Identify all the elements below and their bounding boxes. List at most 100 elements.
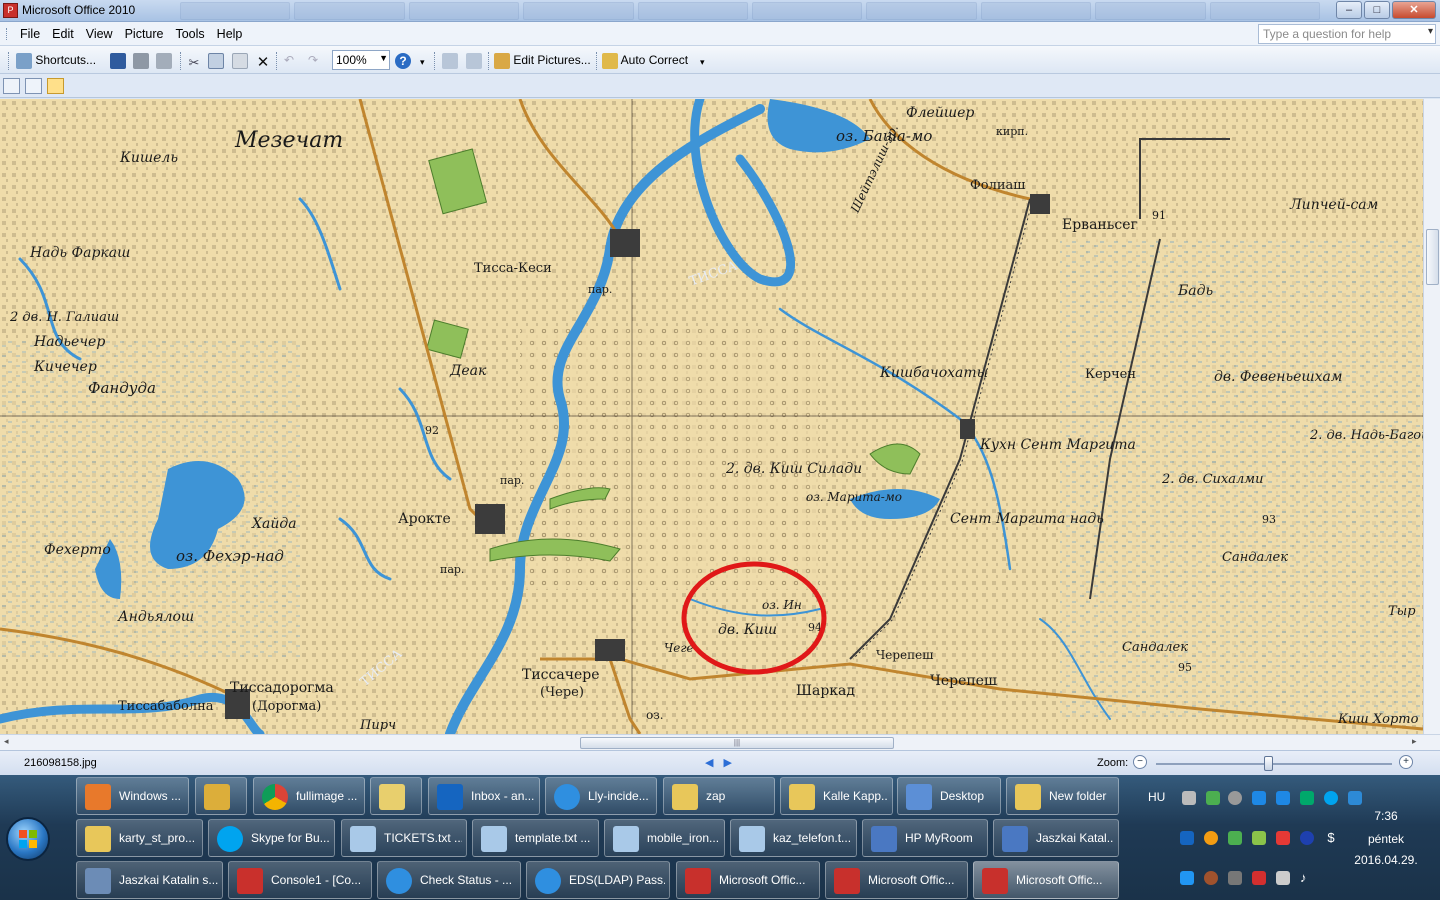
undo-button[interactable]: ↶: [284, 50, 294, 70]
taskbar-network-tool[interactable]: [195, 777, 247, 815]
menu-tools[interactable]: Tools: [169, 27, 210, 41]
taskbar-outlook[interactable]: Inbox - an...: [428, 777, 540, 815]
send-button[interactable]: [156, 50, 172, 70]
menu-picture[interactable]: Picture: [119, 27, 170, 41]
zoom-out-icon[interactable]: −: [1133, 755, 1147, 769]
label-nad-bagoi: 2. дв. Надь-Багой: [1309, 428, 1423, 443]
system-clock[interactable]: 7:36 péntek 2016.04.29.: [1346, 775, 1426, 900]
bluetooth-icon[interactable]: [1300, 831, 1314, 845]
taskbar-folder-karty[interactable]: karty_st_pro...: [76, 819, 203, 857]
cut-button[interactable]: ✂: [186, 50, 202, 70]
shortcuts-button[interactable]: Shortcuts...: [16, 50, 96, 70]
taskbar-label: Jaszkai Katalin s...: [119, 873, 218, 887]
taskbar-skype[interactable]: Skype for Bu...: [208, 819, 335, 857]
menu-grip[interactable]: [6, 28, 9, 40]
taskbar-jaszkai-katalin-chat[interactable]: Jaszkai Katal...: [993, 819, 1119, 857]
zoom-slider-track[interactable]: [1156, 763, 1392, 765]
menu-file[interactable]: File: [14, 27, 46, 41]
error-icon[interactable]: [1276, 831, 1290, 845]
update-icon[interactable]: [1204, 831, 1218, 845]
print-button[interactable]: [133, 50, 149, 70]
maximize-button[interactable]: □: [1364, 1, 1390, 19]
outlook-tray-icon[interactable]: [1180, 831, 1194, 845]
taskbar-notepad-tickets[interactable]: TICKETS.txt ...: [341, 819, 467, 857]
taskbar-desktop[interactable]: Desktop: [897, 777, 1001, 815]
label-chere: (Чере): [540, 685, 584, 700]
rotate-right-button[interactable]: [466, 50, 482, 70]
auto-correct-button[interactable]: Auto Correct: [602, 50, 688, 70]
horizontal-scroll-thumb[interactable]: |||: [580, 737, 894, 749]
help-search-input[interactable]: Type a question for help ▾: [1258, 24, 1436, 44]
security-icon[interactable]: [1252, 871, 1266, 885]
tool-icon[interactable]: [1228, 871, 1242, 885]
zoom-slider-thumb[interactable]: [1264, 756, 1274, 771]
skype-tray-icon[interactable]: [1324, 791, 1338, 805]
redo-button[interactable]: ↷: [308, 50, 318, 70]
copy-button[interactable]: [208, 50, 224, 70]
single-picture-view-button[interactable]: [47, 78, 64, 94]
volume-icon[interactable]: ♪: [1300, 871, 1314, 885]
horizontal-scrollbar[interactable]: ◂ ||| ▸: [0, 734, 1440, 750]
taskbar-windows-media[interactable]: Windows ...: [76, 777, 189, 815]
minimize-button[interactable]: –: [1336, 1, 1362, 19]
pen-icon[interactable]: [1182, 791, 1196, 805]
taskbar-ie-eds-ldap[interactable]: EDS(LDAP) Pass...: [526, 861, 670, 899]
help-dropdown-icon[interactable]: ▾: [1428, 26, 1433, 37]
taskbar-folder-zap[interactable]: zap: [663, 777, 775, 815]
taskbar-ie-check-status[interactable]: Check Status - ...: [377, 861, 521, 899]
save-button[interactable]: [110, 50, 126, 70]
desktop-folder-icon: [906, 784, 932, 810]
taskbar-explorer-files[interactable]: [370, 777, 422, 815]
app-icon[interactable]: [1276, 791, 1290, 805]
paste-button[interactable]: [232, 50, 248, 70]
toolbar-overflow-button[interactable]: ▾: [700, 52, 705, 72]
scroll-left-icon[interactable]: ◂: [4, 736, 9, 747]
taskbar-ie-incident[interactable]: Lly-incide...: [545, 777, 657, 815]
bird-icon[interactable]: [1204, 871, 1218, 885]
taskbar-office-3-active[interactable]: Microsoft Offic...: [973, 861, 1119, 899]
taskbar-notepad-mobile-iron[interactable]: mobile_iron...: [604, 819, 725, 857]
close-button[interactable]: ✕: [1392, 1, 1436, 19]
taskbar-folder-kalle[interactable]: Kalle Kapp...: [780, 777, 893, 815]
taskbar-label: Microsoft Offic...: [719, 873, 806, 887]
edit-pictures-button[interactable]: Edit Pictures...: [494, 50, 591, 70]
taskbar-hp-myroom[interactable]: HP MyRoom: [862, 819, 988, 857]
help-button[interactable]: ?: [395, 50, 411, 70]
scroll-right-icon[interactable]: ▸: [1412, 736, 1417, 747]
zoom-dropdown-icon[interactable]: ▼: [379, 53, 388, 63]
vertical-scrollbar[interactable]: [1423, 99, 1440, 734]
disc-icon[interactable]: [1228, 791, 1242, 805]
device-icon[interactable]: [1228, 831, 1242, 845]
dollar-icon[interactable]: $: [1324, 831, 1338, 845]
taskbar-notepad-template[interactable]: template.txt ...: [472, 819, 599, 857]
taskbar-office-2[interactable]: Microsoft Offic...: [825, 861, 968, 899]
menu-edit[interactable]: Edit: [46, 27, 80, 41]
zoom-select[interactable]: 100% ▼: [332, 50, 390, 70]
check-icon[interactable]: [1252, 831, 1266, 845]
zoom-in-icon[interactable]: +: [1399, 755, 1413, 769]
thumbnail-view-button[interactable]: [3, 78, 20, 94]
menu-help[interactable]: Help: [211, 27, 249, 41]
messenger-icon[interactable]: [1180, 871, 1194, 885]
delete-button[interactable]: ✕: [255, 50, 271, 71]
taskbar-office-1[interactable]: Microsoft Offic...: [676, 861, 820, 899]
rotate-left-button[interactable]: [442, 50, 458, 70]
sync-icon[interactable]: [1252, 791, 1266, 805]
label-par-3: пар.: [440, 563, 464, 576]
input-language[interactable]: HU: [1148, 790, 1165, 804]
start-button[interactable]: [6, 817, 50, 861]
vertical-scroll-thumb[interactable]: [1426, 229, 1439, 285]
picture-navigation[interactable]: ◀▶: [705, 756, 742, 769]
taskbar-console[interactable]: Console1 - [Co...: [228, 861, 372, 899]
toolbar-options-button[interactable]: ▾: [420, 52, 425, 72]
it-icon[interactable]: [1300, 791, 1314, 805]
shield-icon[interactable]: [1206, 791, 1220, 805]
label-elev-95: 95: [1178, 661, 1192, 674]
menu-view[interactable]: View: [80, 27, 119, 41]
taskbar-remote-desktop[interactable]: Jaszkai Katalin s...: [76, 861, 223, 899]
taskbar-new-folder[interactable]: New folder: [1006, 777, 1119, 815]
filmstrip-view-button[interactable]: [25, 78, 42, 94]
taskbar-chrome[interactable]: fullimage ...: [253, 777, 365, 815]
taskbar-notepad-kaz-telefon[interactable]: kaz_telefon.t...: [730, 819, 857, 857]
action-center-icon[interactable]: [1276, 871, 1290, 885]
